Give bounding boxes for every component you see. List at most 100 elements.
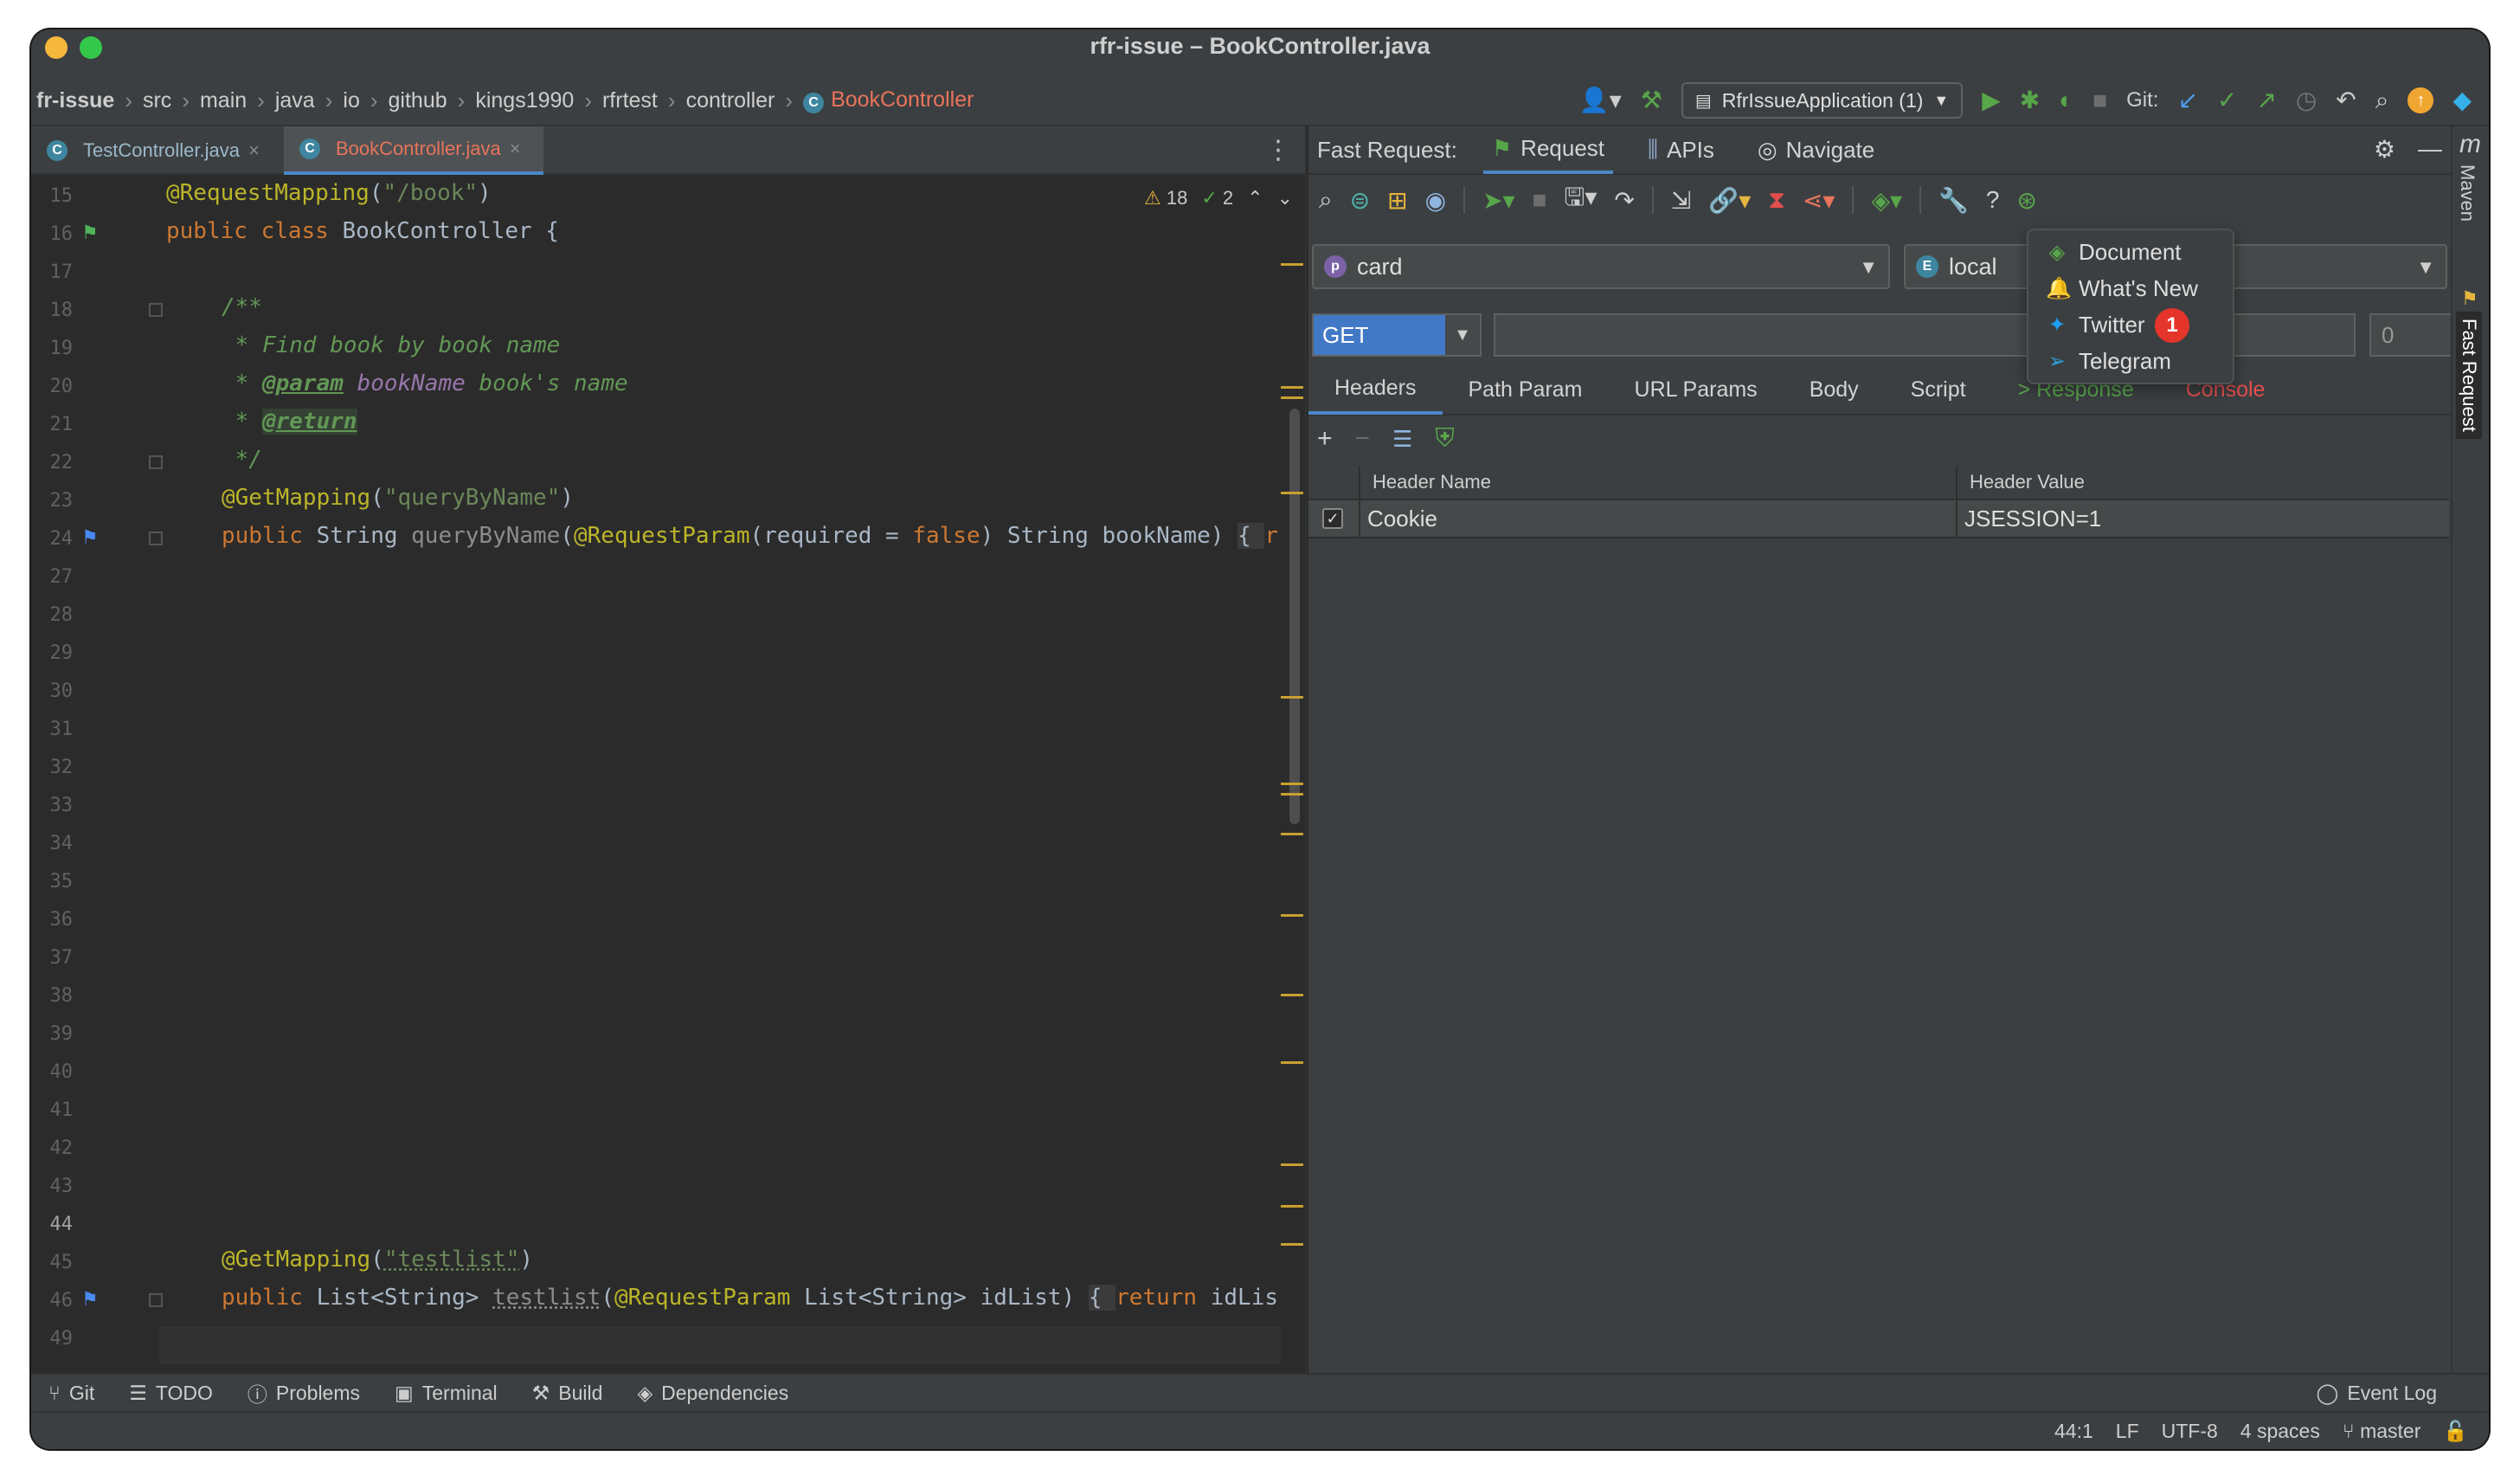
warning-stripe-mark[interactable]: [1281, 1061, 1303, 1064]
run-config-select[interactable]: ▤ RfrIssueApplication (1) ▼: [1681, 82, 1964, 119]
fold-icon[interactable]: [149, 303, 163, 317]
tab-apis[interactable]: ⫼ APIs: [1639, 126, 1723, 174]
send-icon[interactable]: ➤▾: [1482, 186, 1515, 215]
inspection-widget[interactable]: ⚠ 18 ✓ 2 ⌃ ⌄: [1144, 187, 1293, 209]
breadcrumb-bookcontroller[interactable]: C BookController: [798, 87, 979, 113]
ide-logo-icon[interactable]: ◆: [2452, 88, 2472, 113]
search-icon[interactable]: ⌕: [2375, 88, 2389, 113]
tab-script[interactable]: Script: [1885, 364, 1992, 415]
tool-problems[interactable]: ⓘ Problems: [248, 1378, 360, 1408]
columns-icon[interactable]: ⊞: [1387, 186, 1407, 215]
editor-scrollbar[interactable]: [1289, 409, 1300, 824]
tab-url-params[interactable]: URL Params: [1609, 364, 1784, 415]
stop-icon[interactable]: ■: [2092, 88, 2107, 113]
run-icon[interactable]: ▶: [1982, 88, 2001, 113]
warning-stripe-mark[interactable]: [1281, 783, 1303, 785]
coverage-icon[interactable]: ◐: [2059, 88, 2073, 113]
share-icon[interactable]: ⋖▾: [1803, 186, 1835, 215]
more-icon[interactable]: ⋮: [1265, 135, 1291, 165]
tab-navigate[interactable]: ◎ Navigate: [1749, 126, 1883, 174]
save-icon[interactable]: 🖫▾: [1565, 179, 1598, 221]
tool-todo[interactable]: ☰ TODO: [129, 1382, 213, 1405]
tool-terminal[interactable]: ▣ Terminal: [395, 1382, 498, 1405]
help-icon[interactable]: ?: [1986, 186, 2000, 214]
user-icon[interactable]: 👤▾: [1579, 88, 1622, 113]
request-mapping-gutter-icon[interactable]: ⚑: [81, 526, 99, 549]
event-log-button[interactable]: ◯ Event Log: [2317, 1382, 2437, 1405]
breadcrumb-github[interactable]: github: [383, 88, 453, 113]
search-icon[interactable]: ⌕: [1319, 186, 1333, 215]
plugin-icon[interactable]: ⊛: [2017, 186, 2037, 215]
tool-dependencies[interactable]: ◈ Dependencies: [637, 1382, 788, 1405]
git-commit-icon[interactable]: ✓: [2217, 88, 2237, 113]
hourglass-icon[interactable]: ⧗: [1768, 186, 1785, 215]
git-push-icon[interactable]: ↗: [2256, 88, 2276, 113]
tab-request[interactable]: ⚑ Request: [1482, 126, 1614, 174]
hammer-icon[interactable]: ⚒: [1641, 88, 1662, 113]
row-checkbox[interactable]: ✓: [1322, 508, 1343, 529]
import-icon[interactable]: ⇲: [1671, 186, 1691, 215]
fold-icon[interactable]: [149, 532, 163, 545]
warning-stripe-mark[interactable]: [1281, 1205, 1303, 1208]
tab-bookcontroller[interactable]: C BookController.java ×: [284, 126, 543, 175]
folded-region[interactable]: {: [1238, 523, 1265, 549]
breadcrumb-rfrtest[interactable]: rfrtest: [597, 88, 663, 113]
request-mapping-gutter-icon[interactable]: ⚑: [81, 222, 99, 244]
code-area[interactable]: ⚠ 18 ✓ 2 ⌃ ⌄ 15 16 17 18 19 20 21 22 23 …: [31, 175, 1305, 1373]
breadcrumb-controller[interactable]: controller: [681, 88, 781, 113]
menu-item-whats-new[interactable]: 🔔 What's New: [2028, 270, 2233, 306]
rollback-icon[interactable]: ↶: [2336, 88, 2356, 113]
fold-icon[interactable]: [149, 455, 163, 469]
file-encoding[interactable]: UTF-8: [2162, 1420, 2218, 1443]
tab-path-param[interactable]: Path Param: [1443, 364, 1609, 415]
bulk-edit-icon[interactable]: ☰: [1392, 426, 1412, 453]
folded-region[interactable]: {: [1088, 1285, 1116, 1311]
update-icon[interactable]: ↑: [2408, 87, 2434, 113]
breadcrumb-io[interactable]: io: [338, 88, 364, 113]
warning-stripe-mark[interactable]: [1281, 386, 1303, 389]
target-icon[interactable]: ◉: [1425, 186, 1446, 215]
breadcrumb-project[interactable]: fr-issue: [31, 88, 119, 113]
http-method-select[interactable]: GET ▼: [1312, 313, 1482, 357]
debug-icon[interactable]: ✱: [2020, 88, 2040, 113]
git-branch[interactable]: ⑂ master: [2343, 1420, 2421, 1443]
tool-build[interactable]: ⚒ Build: [532, 1382, 603, 1405]
warning-stripe-mark[interactable]: [1281, 396, 1303, 399]
fold-icon[interactable]: [149, 1293, 163, 1307]
header-name-cell[interactable]: Cookie: [1359, 500, 1956, 537]
link-icon[interactable]: 🔗▾: [1708, 186, 1751, 215]
breadcrumb-kings1990[interactable]: kings1990: [470, 88, 579, 113]
lock-icon[interactable]: 🔓: [2443, 1420, 2468, 1443]
request-mapping-gutter-icon[interactable]: ⚑: [81, 1288, 99, 1311]
breadcrumb-src[interactable]: src: [138, 88, 177, 113]
minimize-icon[interactable]: —: [2418, 135, 2442, 164]
header-value-cell[interactable]: JSESSION=1: [1956, 500, 2449, 537]
warning-stripe-mark[interactable]: [1281, 1243, 1303, 1246]
column-header-value[interactable]: Header Value: [1956, 466, 2449, 499]
menu-item-telegram[interactable]: ➢ Telegram: [2028, 343, 2233, 379]
caret-position[interactable]: 44:1: [2054, 1420, 2093, 1443]
breadcrumb-java[interactable]: java: [270, 88, 320, 113]
stop-icon[interactable]: ■: [1533, 186, 1547, 214]
breadcrumb-main[interactable]: main: [195, 88, 252, 113]
tab-body[interactable]: Body: [1784, 364, 1885, 415]
indent-setting[interactable]: 4 spaces: [2240, 1420, 2320, 1443]
tab-testcontroller[interactable]: C TestController.java ×: [31, 126, 282, 175]
layers-icon[interactable]: ◈▾: [1871, 186, 1902, 215]
warning-stripe-mark[interactable]: [1281, 492, 1303, 494]
next-highlight-icon[interactable]: ⌄: [1277, 187, 1293, 209]
menu-item-twitter[interactable]: ✦ Twitter 1: [2028, 306, 2233, 343]
toggle-icon[interactable]: ⊜: [1350, 186, 1370, 215]
tab-headers[interactable]: Headers: [1308, 364, 1443, 415]
menu-item-document[interactable]: ◈ Document: [2028, 234, 2233, 270]
line-separator[interactable]: LF: [2116, 1420, 2139, 1443]
column-header-name[interactable]: Header Name: [1359, 466, 1956, 499]
side-tab-maven[interactable]: Maven: [2456, 164, 2478, 222]
add-icon[interactable]: +: [1317, 424, 1333, 454]
warning-stripe-mark[interactable]: [1281, 263, 1303, 266]
shield-icon[interactable]: ⛨: [1435, 424, 1455, 454]
side-tab-fast-request[interactable]: Fast Request: [2456, 312, 2482, 439]
previous-highlight-icon[interactable]: ⌃: [1247, 187, 1263, 209]
wrench-icon[interactable]: 🔧: [1938, 186, 1969, 215]
history-icon[interactable]: ◷: [2296, 88, 2317, 113]
